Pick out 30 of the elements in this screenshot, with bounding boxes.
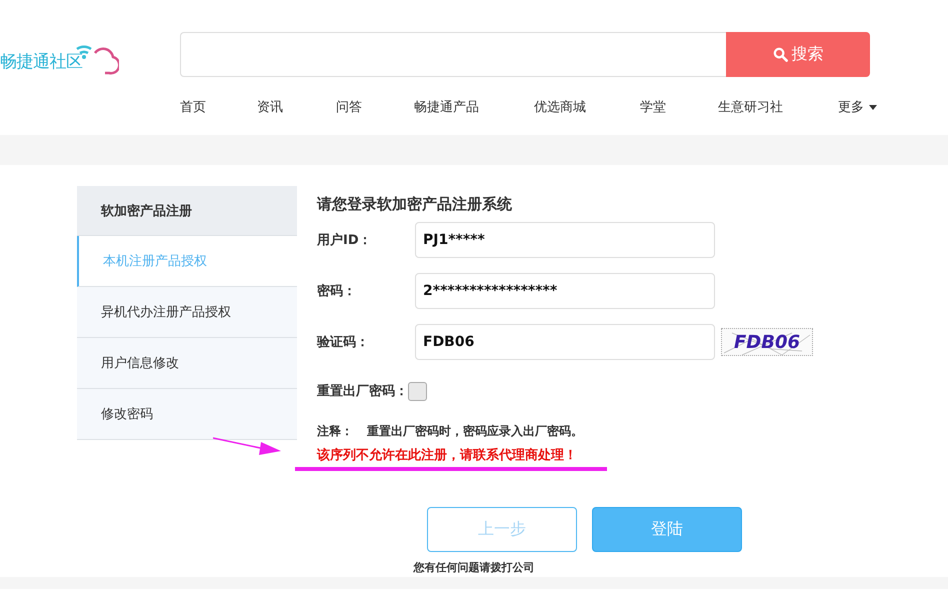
input-field[interactable]: 2*****************: [415, 273, 715, 309]
form-title: 请您登录软加密产品注册系统: [317, 194, 513, 214]
note-label: 注释：: [317, 423, 353, 440]
nav-link[interactable]: 更多: [838, 98, 877, 116]
nav-link[interactable]: 学堂: [640, 98, 718, 116]
annotation-arrow: [213, 436, 283, 456]
footer-text: 您有任何问题请拨打公司: [412, 560, 536, 575]
nav-link[interactable]: 首页: [180, 98, 257, 116]
search-icon: [772, 47, 788, 62]
input-field[interactable]: FDB06: [415, 324, 715, 360]
caret-icon: [869, 104, 877, 110]
checkbox[interactable]: [408, 382, 427, 400]
nav-link[interactable]: 畅捷通产品: [414, 98, 534, 116]
field-label: 验证码：: [317, 334, 370, 351]
note-text: 重置出厂密码时，密码应录入出厂密码。: [367, 423, 583, 440]
field-label: 重置出厂密码：: [317, 382, 408, 400]
search-field[interactable]: [180, 32, 726, 77]
nav-link[interactable]: 生意研习社: [718, 98, 838, 116]
nav-link[interactable]: 资讯: [257, 98, 336, 116]
sidebar-title: 软加密产品注册: [77, 186, 297, 236]
sidebar-item[interactable]: 异机代办注册产品授权: [77, 287, 297, 338]
field-label: 用户ID：: [317, 232, 373, 249]
sidebar-item[interactable]: 用户信息修改: [77, 338, 297, 389]
nav-link[interactable]: 问答: [336, 98, 414, 116]
sidebar-item[interactable]: 修改密码: [77, 389, 297, 440]
field-label: 密码：: [317, 282, 357, 300]
captcha-image[interactable]: FDB06: [721, 328, 813, 356]
input-field[interactable]: PJ1*****: [415, 222, 715, 258]
error-message: 该序列不允许在此注册，请联系代理商处理！: [317, 448, 577, 463]
nav-link[interactable]: 优选商城: [534, 98, 640, 116]
